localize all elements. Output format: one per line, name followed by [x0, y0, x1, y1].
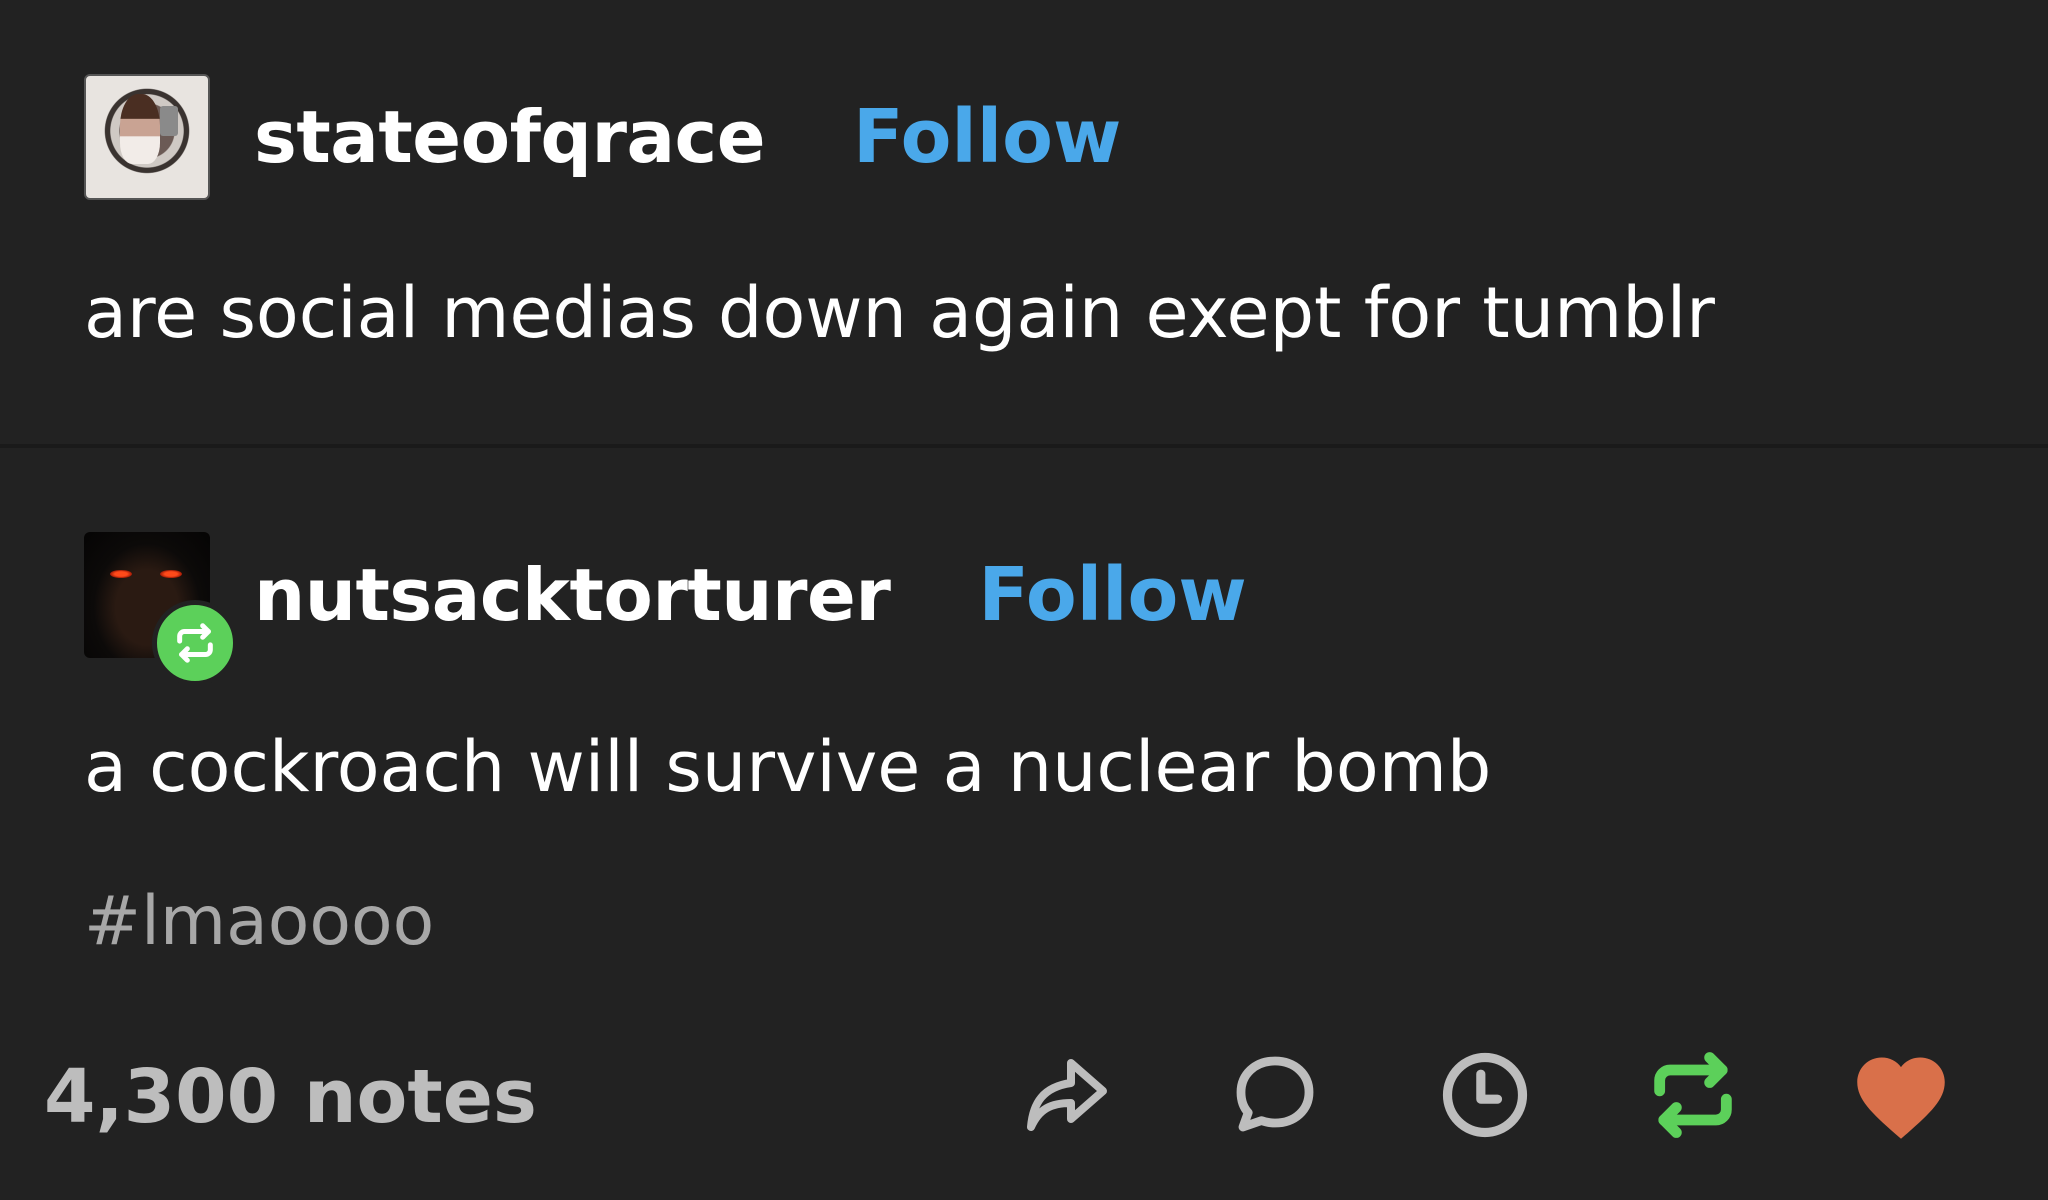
reblog-icon[interactable] [1638, 1040, 1748, 1150]
avatar[interactable] [84, 532, 238, 686]
avatar-face [120, 94, 160, 164]
follow-button[interactable]: Follow [853, 100, 1121, 174]
username[interactable]: nutsacktorturer [254, 559, 891, 631]
post-text: a cockroach will survive a nuclear bomb [84, 726, 1492, 808]
post-tag[interactable]: #lmaoooo [84, 888, 434, 956]
username[interactable]: stateofqrace [254, 101, 766, 173]
notes-count[interactable]: 4,300 notes [44, 1060, 537, 1134]
clock-icon[interactable] [1430, 1040, 1540, 1150]
follow-button[interactable]: Follow [978, 558, 1246, 632]
avatar-eye [110, 570, 132, 578]
tumblr-post-thread: stateofqrace Follow are social medias do… [0, 0, 2048, 1200]
reblog-badge-icon [152, 600, 238, 686]
divider [0, 444, 2048, 448]
post-text: are social medias down again exept for t… [84, 272, 1715, 354]
post-header-1: stateofqrace Follow [84, 74, 1121, 200]
avatar-phone [160, 106, 178, 136]
avatar[interactable] [84, 74, 210, 200]
reply-icon[interactable] [1220, 1040, 1330, 1150]
share-icon[interactable] [1012, 1040, 1122, 1150]
like-icon[interactable] [1846, 1040, 1956, 1150]
avatar-eye [160, 570, 182, 578]
post-header-2: nutsacktorturer Follow [84, 532, 1247, 686]
